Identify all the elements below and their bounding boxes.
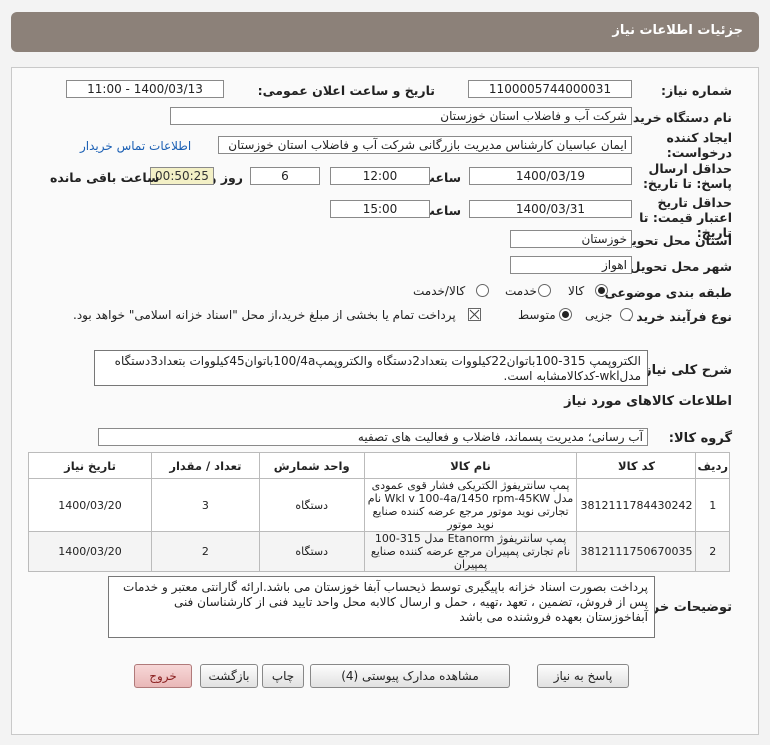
summary-field: الکتروپمپ 315-100باتوان22کیلووات بتعداد2…: [94, 350, 648, 386]
category-radio-service[interactable]: [538, 284, 551, 297]
treasury-payment-checkbox[interactable]: [468, 308, 481, 321]
category-option-goods: کالا: [568, 284, 585, 298]
province-field: خوزستان: [510, 230, 632, 248]
deadline-time-field: 12:00: [330, 167, 430, 185]
col-header-unit: واحد شمارش: [258, 452, 365, 479]
goods-section-title: اطلاعات کالاهای مورد نیاز: [564, 394, 732, 409]
cell-name: پمپ سانتریفوژ الکتریکی فشار قوی عمودی مد…: [363, 478, 578, 532]
cell-qty: 2: [151, 531, 260, 572]
need-number-field: 1100005744000031: [468, 80, 632, 98]
deadline-label: حداقل ارسال پاسخ: تا تاریخ:: [642, 161, 732, 191]
category-label: طبقه بندی موضوعی:: [599, 285, 732, 300]
city-label: شهر محل تحویل:: [624, 259, 732, 274]
col-header-name: نام کالا: [363, 452, 578, 479]
deadline-date-field: 1400/03/19: [469, 167, 632, 185]
need-number-label: شماره نیاز:: [661, 83, 732, 98]
payment-note: پرداخت تمام یا بخشی از مبلغ خرید،از محل …: [73, 308, 456, 322]
province-label: استان محل تحویل:: [615, 233, 732, 248]
category-option-goods-service: کالا/خدمت: [413, 284, 466, 298]
cell-index: 2: [695, 531, 730, 572]
print-button[interactable]: چاپ: [262, 664, 304, 688]
group-label: گروه کالا:: [668, 431, 732, 446]
cell-qty: 3: [151, 478, 260, 532]
category-radio-goods-service[interactable]: [476, 284, 489, 297]
page-header: جزئیات اطلاعات نیاز: [11, 12, 759, 52]
buyer-field: شرکت آب و فاضلاب استان خوزستان: [170, 107, 632, 125]
col-header-qty: تعداد / مقدار: [151, 452, 260, 479]
page-title: جزئیات اطلاعات نیاز: [612, 23, 743, 38]
table-row: 2 3812111750670035 پمپ سانتریفوژ Etanorm…: [28, 531, 730, 572]
table-header-row: ردیف کد کالا نام کالا واحد شمارش تعداد /…: [28, 452, 730, 479]
process-label: نوع فرآیند خرید :: [626, 309, 732, 324]
process-option-minor: جزیی: [585, 308, 613, 322]
announce-label: تاریخ و ساعت اعلان عمومی:: [257, 83, 435, 98]
col-header-index: ردیف: [695, 452, 730, 479]
reply-button[interactable]: پاسخ به نیاز: [537, 664, 629, 688]
days-field: 6: [250, 167, 320, 185]
creator-field: ایمان عباسیان کارشناس مدیریت بازرگانی شر…: [218, 136, 632, 154]
col-header-code: کد کالا: [576, 452, 697, 479]
cell-code: 3812111750670035: [576, 531, 697, 572]
cell-code: 3812111784430242: [576, 478, 697, 532]
announce-field: 1400/03/13 - 11:00: [66, 80, 224, 98]
items-table: ردیف کد کالا نام کالا واحد شمارش تعداد /…: [28, 452, 730, 572]
process-radio-minor[interactable]: [620, 308, 633, 321]
validity-date-field: 1400/03/31: [469, 200, 632, 218]
remaining-timer: 00:50:25: [150, 167, 214, 185]
process-option-medium: متوسط: [518, 308, 556, 322]
creator-label: ایجاد کننده درخواست:: [666, 130, 732, 160]
cell-index: 1: [695, 478, 730, 532]
cell-date: 1400/03/20: [28, 478, 152, 532]
remaining-label: ساعت باقی مانده: [50, 170, 160, 185]
process-radio-medium[interactable]: [559, 308, 572, 321]
col-header-date: تاریخ نیاز: [28, 452, 152, 479]
table-row: 1 3812111784430242 پمپ سانتریفوژ الکتریک…: [28, 478, 730, 532]
exit-button[interactable]: خروج: [134, 664, 192, 688]
buyer-notes-field: پرداخت بصورت اسناد خزانه باپیگیری توسط ذ…: [108, 576, 655, 638]
attachments-button[interactable]: مشاهده مدارک پیوستی (4): [310, 664, 510, 688]
checkbox-cross-icon: [469, 309, 480, 320]
buyer-label: نام دستگاه خریدار:: [616, 110, 732, 125]
group-field: آب رسانی؛ مدیریت پسماند، فاضلاب و فعالیت…: [98, 428, 648, 446]
buyer-contact-link[interactable]: اطلاعات تماس خریدار: [80, 139, 191, 153]
cell-name: پمپ سانتریفوژ Etanorm مدل 315-100 نام تج…: [363, 531, 578, 572]
city-field: اهواز: [510, 256, 632, 274]
summary-label: شرح کلی نیاز:: [638, 363, 732, 378]
cell-date: 1400/03/20: [28, 531, 152, 572]
back-button[interactable]: بازگشت: [200, 664, 258, 688]
category-radio-goods[interactable]: [595, 284, 608, 297]
cell-unit: دستگاه: [258, 478, 365, 532]
category-option-service: خدمت: [505, 284, 537, 298]
validity-time-field: 15:00: [330, 200, 430, 218]
cell-unit: دستگاه: [258, 531, 365, 572]
